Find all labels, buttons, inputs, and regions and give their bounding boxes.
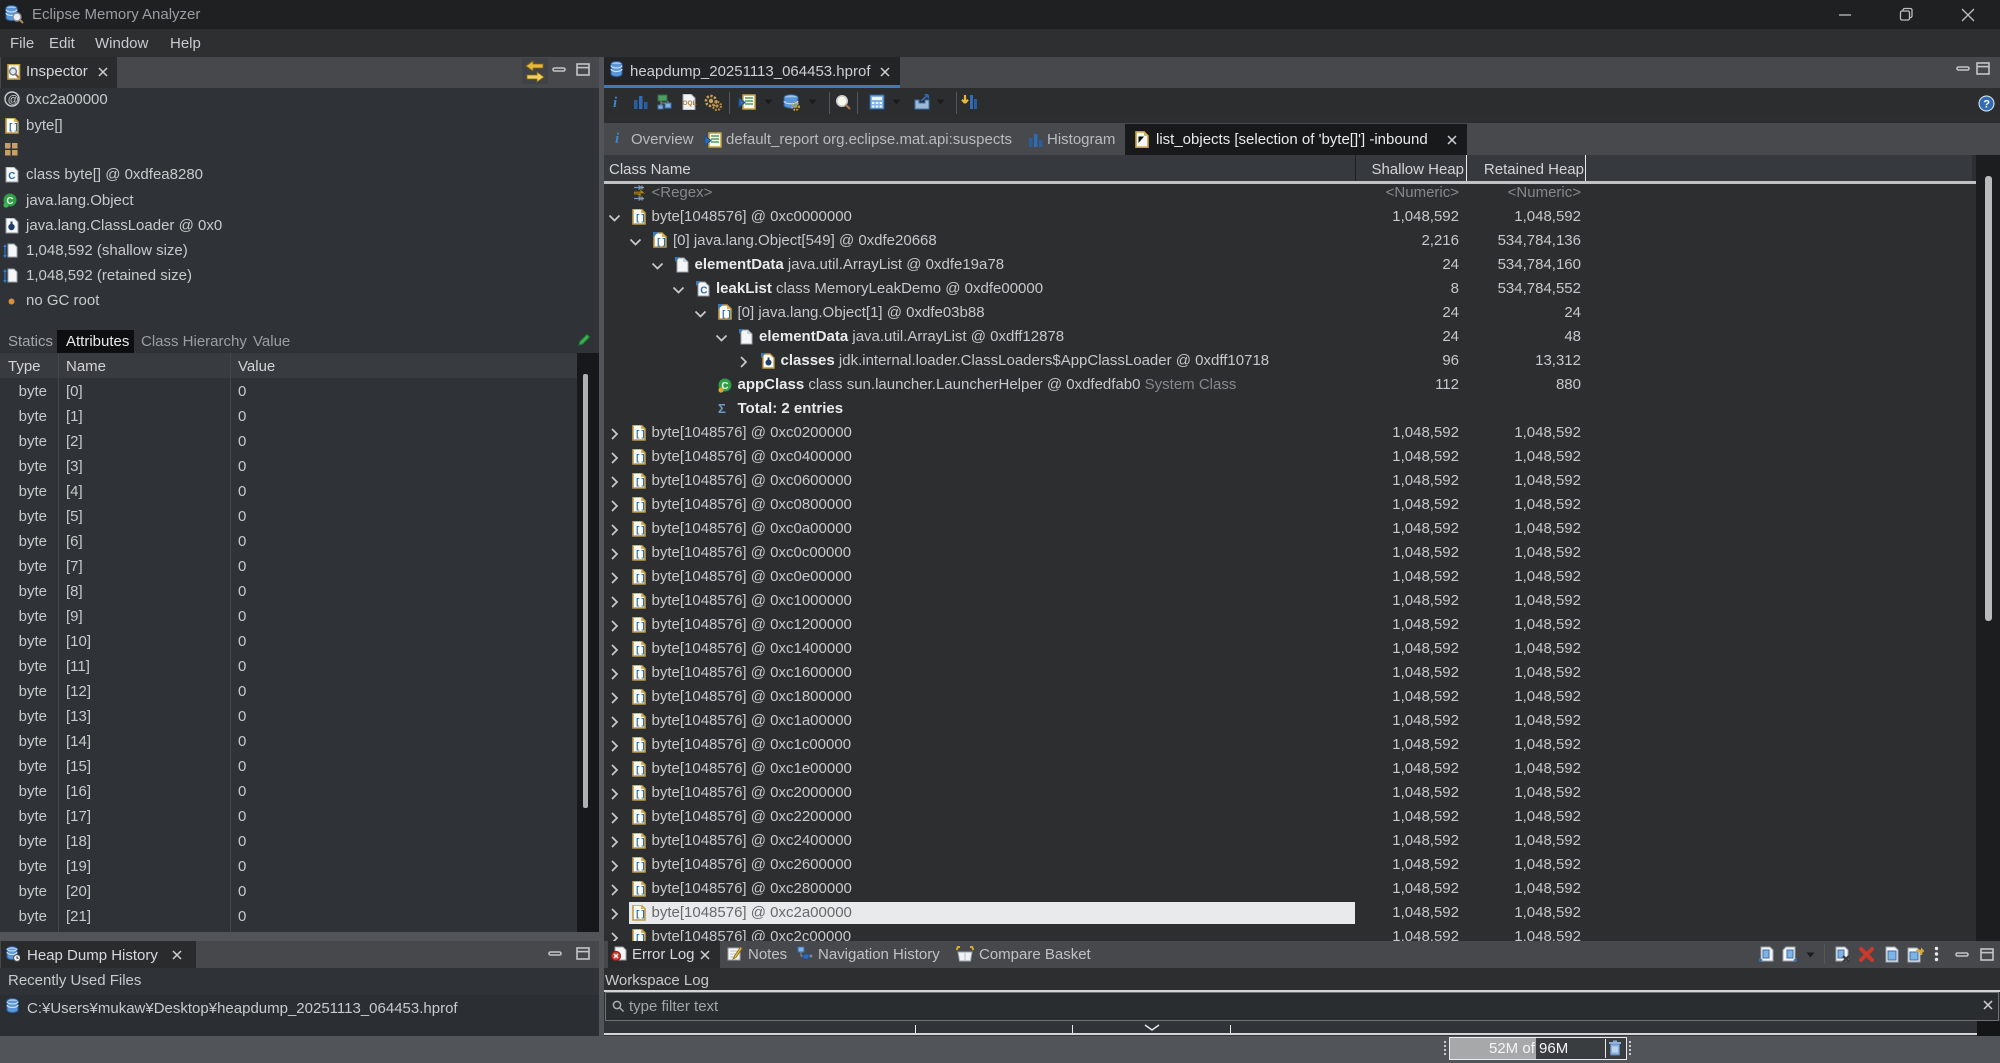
svg-text:[]: [] xyxy=(635,646,646,656)
svg-text:[]: [] xyxy=(635,502,646,512)
svg-text:[]: [] xyxy=(635,886,646,896)
svg-text:[]: [] xyxy=(635,670,646,680)
svg-text:[]: [] xyxy=(635,430,646,440)
svg-text:[]: [] xyxy=(635,694,646,704)
svg-text:[]: [] xyxy=(635,790,646,800)
svg-text:i: i xyxy=(613,95,618,110)
svg-text:C: C xyxy=(700,286,707,297)
svg-text:[]: [] xyxy=(635,622,646,632)
svg-text:[]: [] xyxy=(635,862,646,872)
svg-text:[]: [] xyxy=(635,718,646,728)
svg-text:[]: [] xyxy=(635,742,646,752)
svg-text:?: ? xyxy=(1983,99,1990,111)
svg-text:[]: [] xyxy=(635,598,646,608)
svg-text:C: C xyxy=(8,171,15,182)
svg-text:[]: [] xyxy=(721,310,732,320)
svg-text:i: i xyxy=(615,131,620,146)
svg-text:Σ: Σ xyxy=(718,401,726,415)
svg-text:[]: [] xyxy=(656,238,667,248)
svg-text:[]: [] xyxy=(8,123,19,133)
svg-text:[]: [] xyxy=(635,934,646,942)
svg-text:[]: [] xyxy=(635,526,646,536)
svg-text:[]: [] xyxy=(635,214,646,224)
svg-text:[]: [] xyxy=(635,838,646,848)
svg-text:[]: [] xyxy=(635,454,646,464)
svg-text:[]: [] xyxy=(635,478,646,488)
svg-text:OQL: OQL xyxy=(683,100,697,107)
svg-text:[]: [] xyxy=(635,766,646,776)
svg-text:[]: [] xyxy=(635,910,646,920)
svg-text:@: @ xyxy=(8,94,19,106)
svg-text:[]: [] xyxy=(635,550,646,560)
svg-text:[]: [] xyxy=(635,574,646,584)
svg-text:[]: [] xyxy=(635,814,646,824)
